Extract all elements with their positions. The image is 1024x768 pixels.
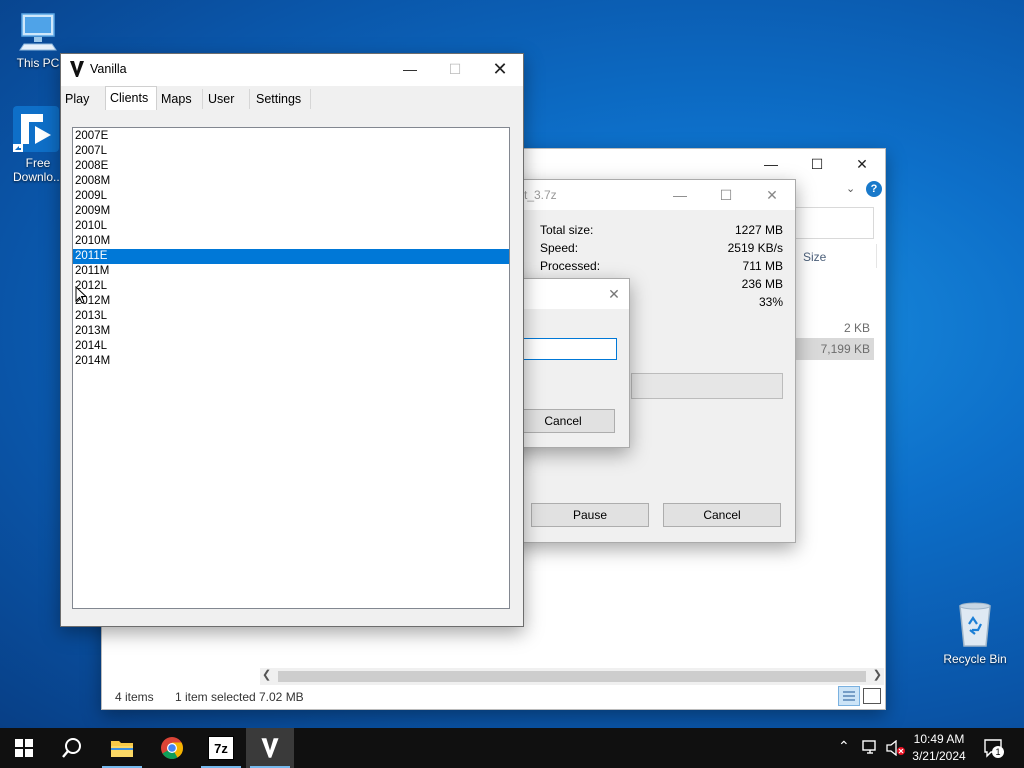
clock-time[interactable]: 10:49 AM	[906, 732, 972, 746]
client-list-item[interactable]: 2012M	[73, 294, 509, 309]
vanilla-logo-icon	[69, 60, 85, 78]
chrome-icon	[161, 737, 183, 759]
tab-bar: Play Clients Maps User Settings	[61, 86, 523, 110]
clock-date[interactable]: 3/21/2024	[906, 749, 972, 763]
scroll-left-icon[interactable]: ❮	[262, 668, 271, 681]
notification-badge: 1	[992, 746, 1004, 758]
details-view-icon[interactable]	[838, 686, 860, 706]
search-icon	[62, 738, 81, 758]
taskbar: 7z ⌃ 10:49 AM 3/21/2024 1	[0, 728, 1024, 768]
search-box[interactable]	[792, 207, 874, 239]
client-list-item[interactable]: 2013L	[73, 309, 509, 324]
free-download-manager-icon	[11, 104, 61, 154]
clients-listbox[interactable]: 2007E 2007L 2008E 2008M 2009L 2009M 2010L 2010M…	[72, 127, 510, 609]
status-selection: 1 item selected	[175, 690, 256, 704]
windows-icon	[15, 739, 33, 757]
client-list-item[interactable]: 2014L	[73, 339, 509, 354]
taskbar-vanilla[interactable]	[246, 728, 294, 768]
taskbar-chrome[interactable]	[148, 728, 196, 768]
recycle-bin-icon	[955, 600, 995, 650]
client-list-item[interactable]: 2008E	[73, 159, 509, 174]
close-button[interactable]: ✕	[749, 180, 795, 210]
tab-settings[interactable]: Settings	[252, 89, 311, 109]
dialog-title: rt_3.7z	[520, 188, 557, 202]
desktop-icon-recycle-bin[interactable]: Recycle Bin	[937, 600, 1013, 666]
tab-panel-clients: 2007E 2007L 2008E 2008M 2009L 2009M 2010L 2010M…	[61, 110, 523, 626]
stat-label: Total size:	[540, 223, 594, 237]
network-icon[interactable]	[862, 740, 880, 759]
client-list-item[interactable]: 2011M	[73, 264, 509, 279]
large-icons-view-icon[interactable]	[863, 688, 881, 704]
show-hidden-icons-icon[interactable]: ⌃	[838, 738, 850, 755]
client-list-item[interactable]: 2007L	[73, 144, 509, 159]
maximize-button[interactable]: ☐	[794, 149, 840, 179]
file-size: 7,199 KB	[820, 342, 870, 356]
column-divider[interactable]	[876, 244, 877, 268]
stat-value: 1227 MB	[734, 223, 783, 237]
folder-icon	[111, 741, 133, 757]
taskbar-file-explorer[interactable]	[98, 728, 146, 768]
window-title: Vanilla	[90, 62, 127, 76]
tab-maps[interactable]: Maps	[157, 89, 203, 109]
desktop: This PC Free Downlo... Recycle Bin — ☐ ✕…	[0, 0, 1024, 728]
close-button[interactable]: ✕	[839, 149, 885, 179]
cancel-button[interactable]: Cancel	[663, 503, 781, 527]
maximize-button[interactable]: ☐	[703, 180, 749, 210]
tab-clients[interactable]: Clients	[105, 86, 157, 110]
client-list-item[interactable]: 2012L	[73, 279, 509, 294]
minimize-button[interactable]: —	[748, 149, 794, 179]
search-button[interactable]	[48, 728, 96, 768]
volume-muted-icon[interactable]	[886, 739, 906, 759]
client-list-item[interactable]: 2013M	[73, 324, 509, 339]
mouse-cursor-icon	[75, 285, 88, 307]
pause-button[interactable]: Pause	[531, 503, 649, 527]
tab-play[interactable]: Play	[61, 89, 106, 109]
minimize-button[interactable]: —	[387, 54, 433, 84]
horizontal-scrollbar[interactable]: ❮ ❯	[260, 668, 884, 685]
status-item-count: 4 items	[115, 690, 154, 704]
notification-center-icon[interactable]: 1	[983, 738, 1004, 758]
chevron-down-icon[interactable]: ⌄	[846, 182, 855, 195]
stat-label: Processed:	[540, 259, 601, 273]
client-list-item[interactable]: 2007E	[73, 129, 509, 144]
status-size: 7.02 MB	[259, 690, 304, 704]
client-list-item[interactable]: 2014M	[73, 354, 509, 369]
tab-user[interactable]: User	[204, 89, 250, 109]
client-list-item[interactable]: 2011E	[73, 249, 509, 264]
scrollbar-thumb[interactable]	[278, 671, 866, 682]
taskbar-7zip[interactable]: 7z	[197, 728, 245, 768]
stat-value: 2519 KB/s	[727, 241, 783, 255]
stat-value: 33%	[758, 295, 783, 309]
minimize-button[interactable]: —	[657, 180, 703, 210]
scroll-right-icon[interactable]: ❯	[873, 668, 882, 681]
file-size: 2 KB	[843, 321, 870, 335]
cancel-button[interactable]: Cancel	[511, 409, 615, 433]
help-icon[interactable]: ?	[866, 181, 882, 197]
maximize-button[interactable]: ☐	[432, 54, 478, 84]
7zip-icon: 7z	[208, 736, 234, 760]
desktop-icon-label: Recycle Bin	[943, 652, 1007, 666]
computer-icon	[18, 10, 58, 54]
client-list-item[interactable]: 2009L	[73, 189, 509, 204]
start-button[interactable]	[0, 728, 48, 768]
desktop-icon-label: Free Downlo...	[12, 156, 64, 184]
close-button[interactable]: ✕	[591, 279, 637, 309]
client-list-item[interactable]: 2009M	[73, 204, 509, 219]
stat-value: 236 MB	[741, 277, 783, 291]
stat-value: 711 MB	[742, 259, 783, 273]
client-list-item[interactable]: 2008M	[73, 174, 509, 189]
vanilla-logo-icon	[261, 738, 279, 758]
stat-label: Speed:	[540, 241, 579, 255]
close-button[interactable]: ✕	[477, 54, 523, 84]
column-header-size[interactable]: Size	[803, 250, 826, 264]
client-list-item[interactable]: 2010L	[73, 219, 509, 234]
dialog-input[interactable]	[511, 338, 617, 360]
progress-bar	[631, 373, 783, 399]
client-list-item[interactable]: 2010M	[73, 234, 509, 249]
vanilla-window: Vanilla — ☐ ✕ Play Clients Maps User Set…	[60, 53, 524, 627]
